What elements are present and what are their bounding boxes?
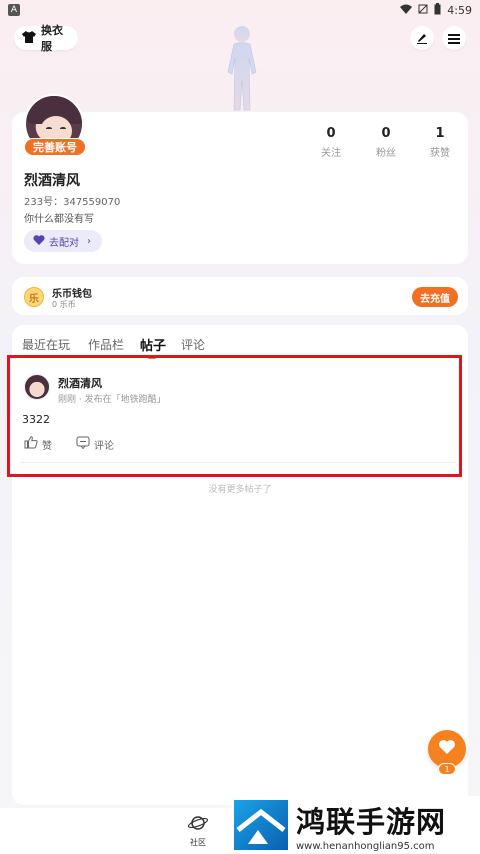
edit-profile-button[interactable] xyxy=(410,26,434,50)
planet-icon xyxy=(187,816,209,836)
match-label: 去配对 xyxy=(49,237,79,249)
watermark-title: 鸿联手游网 xyxy=(296,804,447,839)
tab-works[interactable]: 作品栏 xyxy=(88,336,124,353)
stat-likes-count: 1 xyxy=(435,126,445,141)
heart-icon xyxy=(438,739,456,759)
wifi-icon xyxy=(400,4,413,17)
shirt-icon xyxy=(22,30,36,46)
character-model[interactable] xyxy=(212,22,272,114)
change-outfit-button[interactable]: 换衣服 xyxy=(14,24,78,53)
match-button[interactable]: 去配对 › xyxy=(24,230,102,252)
watermark-url: www.henanhonglian95.com xyxy=(296,840,435,852)
username: 烈酒清风 xyxy=(24,173,80,189)
nav-community-label: 社区 xyxy=(190,838,206,847)
tab-comments[interactable]: 评论 xyxy=(181,336,205,353)
wallet-title: 乐币钱包 xyxy=(52,289,92,300)
nav-community[interactable]: 社区 xyxy=(186,814,210,848)
stat-following[interactable]: 0 关注 xyxy=(311,126,351,159)
stat-fans[interactable]: 0 粉丝 xyxy=(366,126,406,159)
tab-posts[interactable]: 帖子 xyxy=(140,335,166,354)
like-count-badge: 1 xyxy=(438,763,456,775)
stat-following-label: 关注 xyxy=(321,148,341,159)
highlight-box xyxy=(7,355,462,477)
signal-icon xyxy=(418,4,428,17)
status-bar: A 4:59 xyxy=(0,0,480,20)
edit-icon xyxy=(416,29,428,48)
chevron-right-icon: › xyxy=(87,235,91,247)
wallet-balance: 0 乐币 xyxy=(52,300,76,309)
stat-likes-label: 获赞 xyxy=(430,148,450,159)
watermark-logo xyxy=(234,800,288,850)
stat-likes[interactable]: 1 获赞 xyxy=(420,126,460,159)
stat-fans-label: 粉丝 xyxy=(376,148,396,159)
stat-following-count: 0 xyxy=(326,126,336,141)
stat-fans-count: 0 xyxy=(381,126,391,141)
recharge-button[interactable]: 去充值 xyxy=(412,287,458,307)
menu-icon xyxy=(448,29,460,48)
coin-icon: 乐 xyxy=(24,287,44,307)
complete-account-badge[interactable]: 完善账号 xyxy=(24,138,86,156)
notification-icon: A xyxy=(8,4,20,16)
change-outfit-label: 换衣服 xyxy=(41,24,63,53)
tab-recent-played[interactable]: 最近在玩 xyxy=(22,336,70,353)
user-id: 233号：347559070 xyxy=(24,197,121,208)
no-more-posts-text: 没有更多帖子了 xyxy=(208,485,272,495)
battery-icon xyxy=(434,2,441,18)
heart-icon xyxy=(33,234,45,248)
watermark: 鸿联手游网 www.henanhonglian95.com xyxy=(232,796,480,854)
bio: 你什么都没有写 xyxy=(24,214,94,225)
menu-button[interactable] xyxy=(442,26,466,50)
status-time: 4:59 xyxy=(447,3,472,17)
